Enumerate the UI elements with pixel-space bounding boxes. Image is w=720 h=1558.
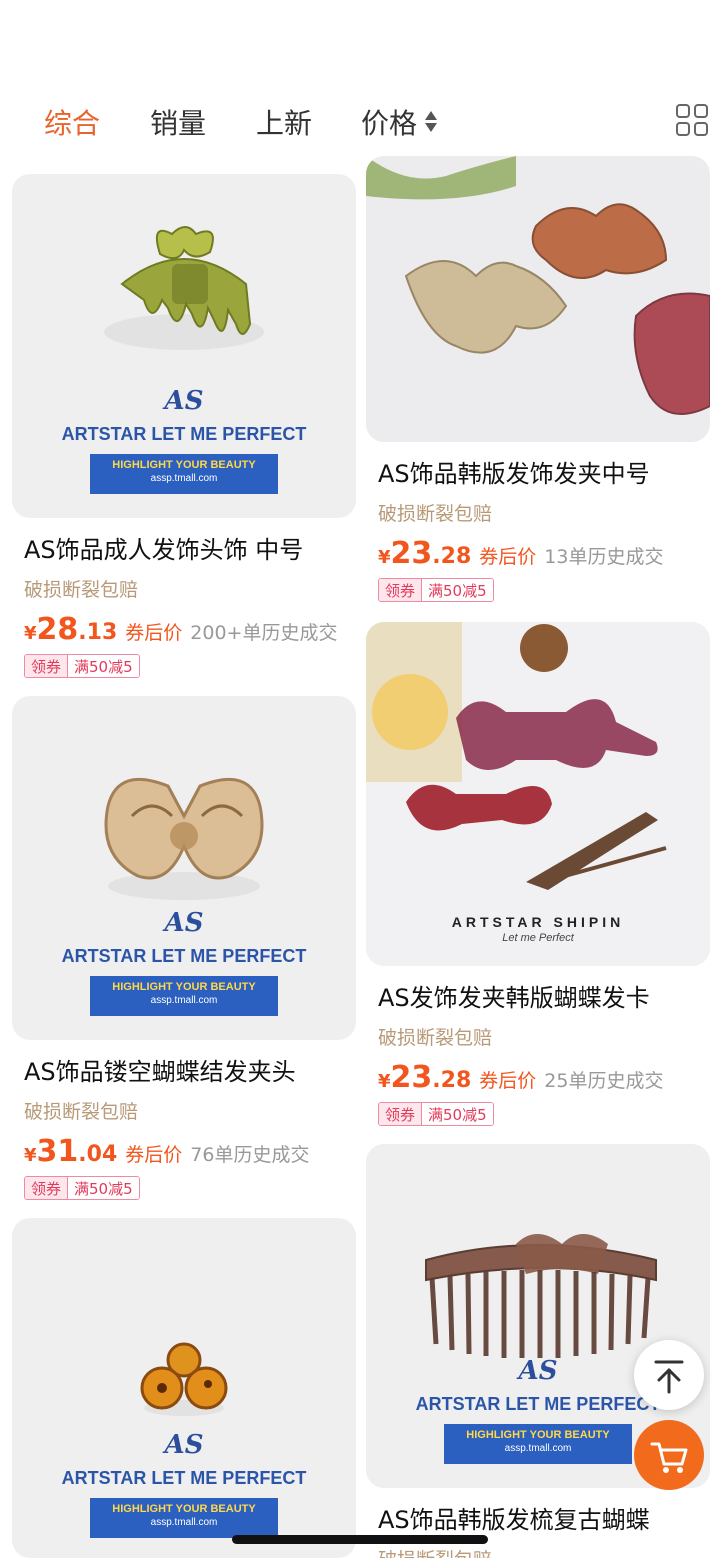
cart-icon <box>650 1442 688 1473</box>
product-title[interactable]: AS饰品成人发饰头饰 中号 <box>24 530 356 565</box>
brand-banner: HIGHLIGHT YOUR BEAUTY assp.tmall.com <box>90 1498 278 1538</box>
brand-slogan: HIGHLIGHT YOUR BEAUTY <box>466 1429 610 1441</box>
price-label: 券后价 <box>125 1144 183 1166</box>
price-row: ¥28.13 券后价 200+单历史成交 <box>24 612 356 648</box>
product-image[interactable]: AS ARTSTAR LET ME PERFECT HIGHLIGHT YOUR… <box>12 1218 356 1558</box>
back-to-top-button[interactable] <box>634 1340 704 1410</box>
price-label: 券后价 <box>125 622 183 644</box>
price-row: ¥31.04 券后价 76单历史成交 <box>24 1134 356 1170</box>
product-title[interactable]: AS发饰发夹韩版蝴蝶发卡 <box>378 978 710 1013</box>
price-decimal: .04 <box>78 1142 118 1167</box>
sort-bar: 综合 销量 上新 价格 <box>0 92 720 148</box>
guarantee-text: 破损断裂包赔 <box>378 1027 493 1049</box>
coupon-badge[interactable]: 领券 满50减5 <box>378 1102 494 1126</box>
brand-banner: HIGHLIGHT YOUR BEAUTY assp.tmall.com <box>444 1424 632 1464</box>
currency-symbol: ¥ <box>24 623 37 644</box>
guarantee-text: 破损断裂包赔 <box>24 579 139 601</box>
sold-count: 25单历史成交 <box>544 1070 664 1092</box>
coupon-value: 满50减5 <box>68 1177 139 1199</box>
product-photo-butterfly-clips <box>366 156 710 415</box>
sold-count: 76单历史成交 <box>190 1144 310 1166</box>
brand-banner: HIGHLIGHT YOUR BEAUTY assp.tmall.com <box>90 454 278 494</box>
coupon-value: 满50减5 <box>68 655 139 677</box>
cart-button[interactable] <box>634 1420 704 1490</box>
price-integer: 23 <box>390 536 433 571</box>
coupon-badge[interactable]: 领券 满50减5 <box>378 578 494 602</box>
currency-symbol: ¥ <box>378 547 391 568</box>
brand-tagline: ARTSTAR LET ME PERFECT <box>61 1468 307 1488</box>
currency-symbol: ¥ <box>378 1071 391 1092</box>
guarantee-text: 破损断裂包赔 <box>378 1545 710 1558</box>
product-title[interactable]: AS饰品韩版发饰发夹中号 <box>378 454 710 489</box>
coupon-badge[interactable]: 领券 满50减5 <box>24 1176 140 1200</box>
product-card[interactable]: AS ARTSTAR LET ME PERFECT HIGHLIGHT YOUR… <box>12 174 356 678</box>
brand-banner: HIGHLIGHT YOUR BEAUTY assp.tmall.com <box>90 976 278 1016</box>
sold-count: 13单历史成交 <box>544 546 664 568</box>
brand-tagline: ARTSTAR LET ME PERFECT <box>61 424 307 444</box>
coupon-badge[interactable]: 领券 满50减5 <box>24 654 140 678</box>
home-indicator[interactable] <box>232 1535 488 1544</box>
brand-subline: Let me Perfect <box>502 932 574 944</box>
price-integer: 31 <box>36 1134 79 1169</box>
brand-site: assp.tmall.com <box>504 1443 572 1454</box>
price-decimal: .28 <box>432 1068 472 1093</box>
product-image[interactable]: AS ARTSTAR LET ME PERFECT HIGHLIGHT YOUR… <box>12 696 356 1040</box>
sort-tab-price[interactable]: 价格 <box>361 102 438 142</box>
brand-slogan: HIGHLIGHT YOUR BEAUTY <box>112 1503 256 1515</box>
currency-symbol: ¥ <box>24 1145 37 1166</box>
brand-slogan: HIGHLIGHT YOUR BEAUTY <box>112 981 256 993</box>
coupon-label: 领券 <box>379 579 423 601</box>
product-card[interactable]: AS饰品韩版发饰发夹中号 破损断裂包赔 ¥23.28 券后价 13单历史成交 领券满… <box>366 156 710 602</box>
brand-site: assp.tmall.com <box>150 1517 218 1528</box>
coupon-label: 领券 <box>25 1177 69 1199</box>
brand-logo: AS <box>164 1430 204 1460</box>
price-decimal: .13 <box>78 620 118 645</box>
product-image[interactable]: ARTSTAR SHIPIN Let me Perfect <box>366 622 710 966</box>
sold-count: 200+单历史成交 <box>190 622 338 644</box>
price-integer: 28 <box>36 612 79 647</box>
product-card[interactable]: AS ARTSTAR LET ME PERFECT HIGHLIGHT YOUR… <box>12 696 356 1200</box>
back-to-top-icon <box>654 1360 684 1394</box>
product-title[interactable]: AS饰品韩版发梳复古蝴蝶 <box>378 1500 710 1535</box>
brand-tagline: ARTSTAR LET ME PERFECT <box>61 946 307 966</box>
brand-slogan: HIGHLIGHT YOUR BEAUTY <box>112 459 256 471</box>
guarantee-text: 破损断裂包赔 <box>24 1101 139 1123</box>
sort-tab-price-label: 价格 <box>361 107 418 140</box>
product-image[interactable]: AS ARTSTAR LET ME PERFECT HIGHLIGHT YOUR… <box>12 174 356 518</box>
sort-tab-sales[interactable]: 销量 <box>150 102 206 142</box>
coupon-label: 领券 <box>25 655 69 677</box>
brand-logo: AS <box>164 386 204 416</box>
product-card[interactable]: ARTSTAR SHIPIN Let me Perfect AS发饰发夹韩版蝴蝶… <box>366 622 710 1126</box>
sort-tab-newest[interactable]: 上新 <box>256 102 312 142</box>
brand-site: assp.tmall.com <box>150 995 218 1006</box>
brand-tagline: ARTSTAR SHIPIN <box>451 914 625 930</box>
product-image[interactable] <box>366 156 710 442</box>
coupon-label: 领券 <box>379 1103 423 1125</box>
price-decimal: .28 <box>432 544 472 569</box>
coupon-value: 满50减5 <box>422 1103 493 1125</box>
price-row: ¥23.28 券后价 13单历史成交 <box>378 536 710 572</box>
price-label: 券后价 <box>479 1070 537 1092</box>
price-label: 券后价 <box>479 546 537 568</box>
price-row: ¥23.28 券后价 25单历史成交 <box>378 1060 710 1096</box>
coupon-value: 满50减5 <box>422 579 493 601</box>
brand-logo: AS <box>164 908 204 938</box>
guarantee-text: 破损断裂包赔 <box>378 503 493 525</box>
product-title[interactable]: AS饰品镂空蝴蝶结发夹头 <box>24 1052 356 1087</box>
grid-view-icon[interactable] <box>676 104 710 138</box>
product-card[interactable]: AS ARTSTAR LET ME PERFECT HIGHLIGHT YOUR… <box>12 1218 356 1558</box>
sort-updown-icon <box>425 111 438 133</box>
price-integer: 23 <box>390 1060 433 1095</box>
sort-tab-comprehensive[interactable]: 综合 <box>44 102 100 142</box>
brand-site: assp.tmall.com <box>150 473 218 484</box>
